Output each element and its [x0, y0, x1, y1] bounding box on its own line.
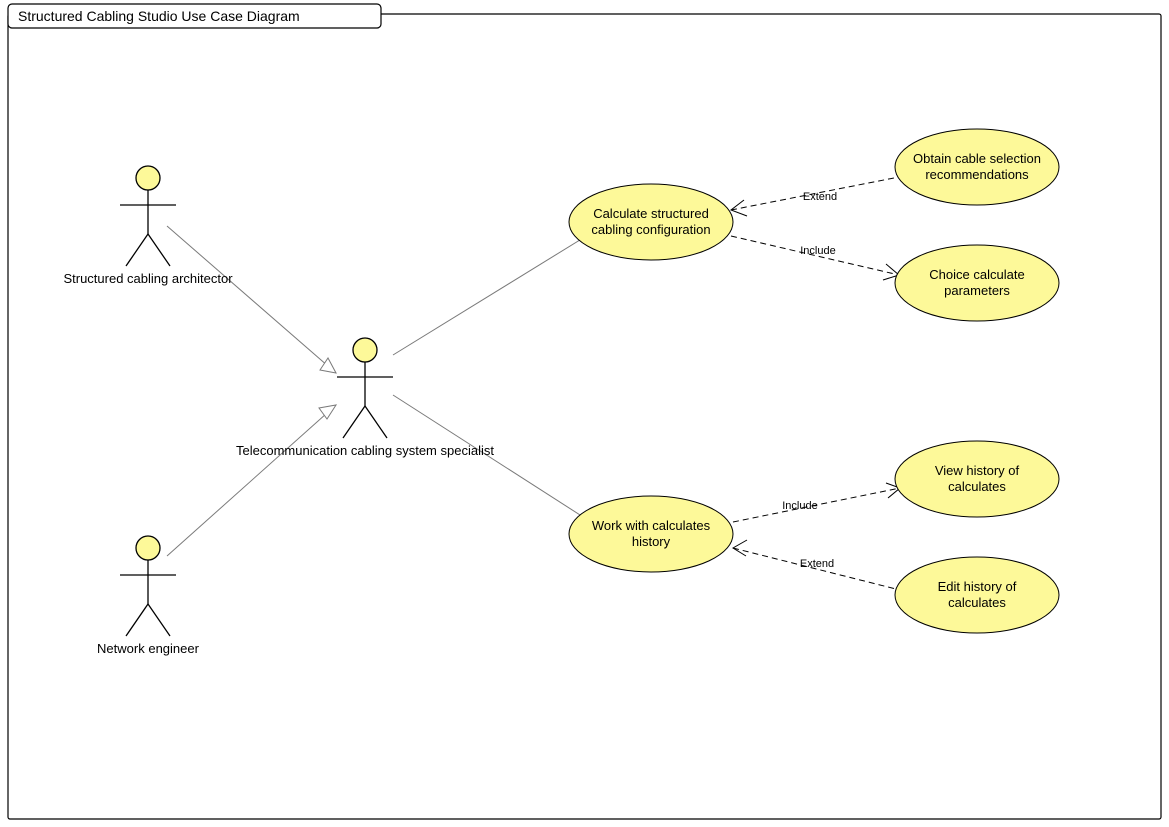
gen-architector-specialist — [167, 226, 336, 373]
rel-label-extend-2: Extend — [800, 558, 834, 570]
usecase-choice-l2: parameters — [944, 283, 1010, 298]
dep-work-edit: Extend — [733, 540, 900, 590]
actor-engineer-label: Network engineer — [97, 641, 200, 656]
actor-architector: Structured cabling architector — [63, 166, 233, 286]
usecase-edit-l1: Edit history of — [938, 579, 1017, 594]
usecase-work-l1: Work with calculates — [592, 518, 711, 533]
dep-calc-obtain: Extend — [731, 177, 899, 216]
usecase-choice: Choice calculate parameters — [895, 245, 1059, 321]
actor-specialist: Telecommunication cabling system special… — [236, 338, 494, 458]
usecase-calc-l2: cabling configuration — [591, 222, 710, 237]
assoc-specialist-work — [393, 395, 605, 531]
usecase-work-l2: history — [632, 534, 671, 549]
usecase-view-l2: calculates — [948, 479, 1006, 494]
use-case-diagram-canvas: Structured Cabling Studio Use Case Diagr… — [0, 0, 1169, 827]
diagram-title: Structured Cabling Studio Use Case Diagr… — [18, 8, 300, 24]
rel-label-include-2: Include — [782, 500, 817, 512]
assoc-specialist-calc — [393, 227, 601, 355]
usecase-view: View history of calculates — [895, 441, 1059, 517]
usecase-view-l1: View history of — [935, 463, 1020, 478]
rel-label-include-1: Include — [800, 245, 835, 257]
usecase-edit: Edit history of calculates — [895, 557, 1059, 633]
actor-specialist-label: Telecommunication cabling system special… — [236, 443, 494, 458]
usecase-work: Work with calculates history — [569, 496, 733, 572]
usecase-edit-l2: calculates — [948, 595, 1006, 610]
gen-engineer-specialist — [167, 405, 336, 556]
usecase-obtain-l2: recommendations — [925, 167, 1029, 182]
rel-label-extend-1: Extend — [803, 191, 837, 203]
actor-engineer: Network engineer — [97, 536, 200, 656]
actor-architector-label: Structured cabling architector — [63, 271, 233, 286]
usecase-calc-l1: Calculate structured — [593, 206, 709, 221]
dep-work-view: Include — [733, 483, 900, 522]
usecase-obtain-l1: Obtain cable selection — [913, 151, 1041, 166]
dep-calc-choice: Include — [731, 236, 899, 280]
usecase-choice-l1: Choice calculate — [929, 267, 1024, 282]
usecase-calc: Calculate structured cabling configurati… — [569, 184, 733, 260]
usecase-obtain: Obtain cable selection recommendations — [895, 129, 1059, 205]
